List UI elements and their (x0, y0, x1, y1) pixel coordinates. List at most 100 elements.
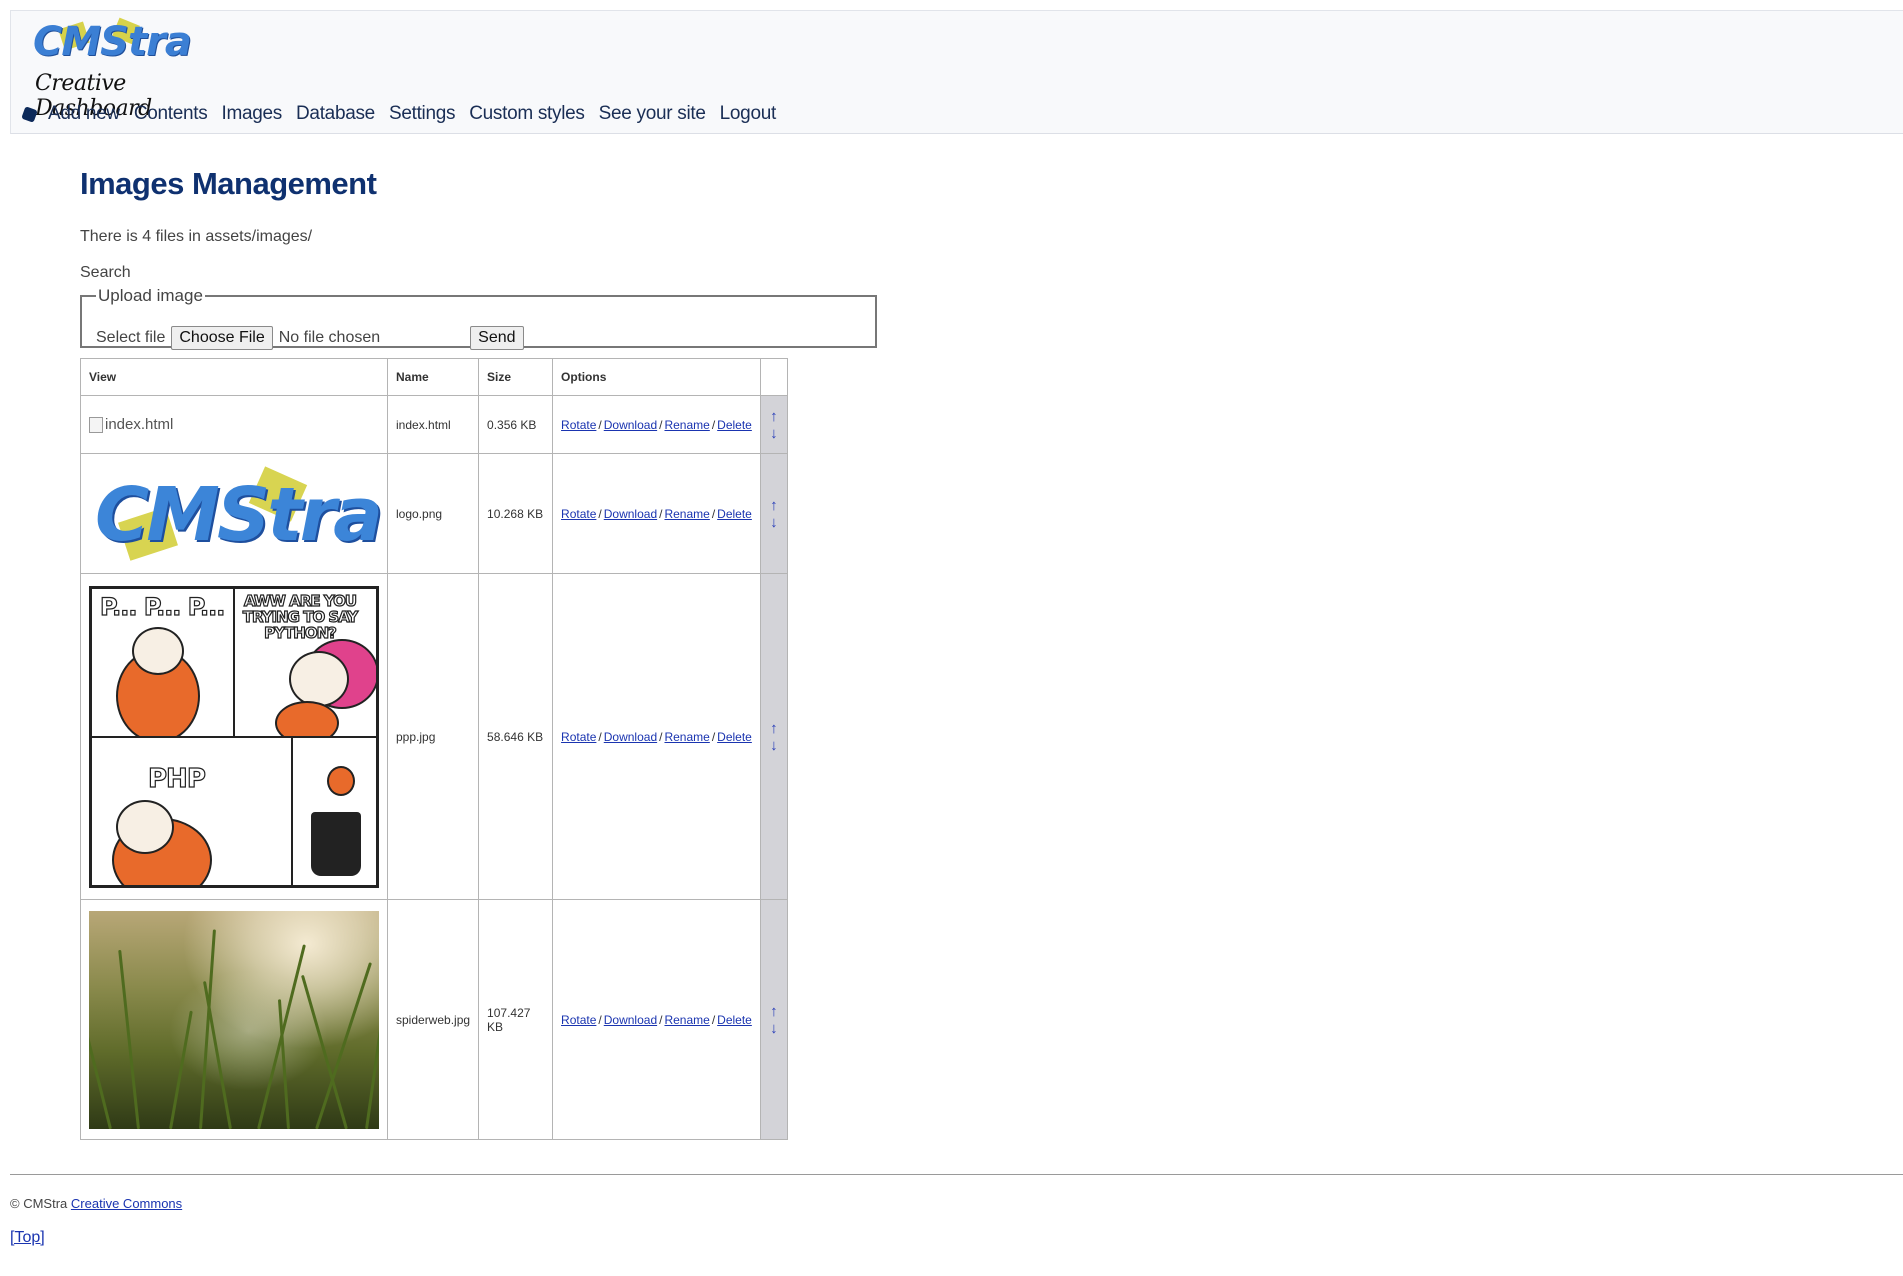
download-link[interactable]: Download (604, 1013, 657, 1027)
nav-bullet-icon (21, 105, 38, 123)
footer-brand: CMStra (23, 1196, 68, 1211)
download-link[interactable]: Download (604, 507, 657, 521)
footer-copyright: © CMStra Creative Commons (10, 1196, 182, 1211)
file-size: 0.356 KB (478, 395, 554, 454)
comic-face (289, 650, 349, 707)
move-up-icon[interactable]: ↑ (767, 720, 781, 737)
view-cell: CMStra (80, 453, 388, 574)
move-up-icon[interactable]: ↑ (767, 497, 781, 514)
download-link[interactable]: Download (604, 418, 657, 432)
header-order (759, 358, 788, 396)
logo-thumbnail-text: CMStra (95, 471, 383, 558)
nav-see-your-site[interactable]: See your site (599, 103, 706, 125)
table-row: spiderweb.jpg 107.427 KB Rotate / Download… (80, 899, 788, 1140)
comic-face (116, 799, 174, 854)
options-cell: Rotate / Download / Rename / Delete (552, 395, 761, 454)
table-row: P... P... P... AWW ARE YOU TRYING TO SAY… (80, 573, 788, 900)
file-size: 107.427 KB (478, 899, 554, 1140)
file-name: spiderweb.jpg (386, 899, 480, 1140)
nav-contents[interactable]: Contents (134, 103, 208, 125)
move-down-icon[interactable]: ↓ (767, 514, 781, 531)
rotate-link[interactable]: Rotate (561, 507, 596, 521)
delete-link[interactable]: Delete (717, 730, 752, 744)
send-button[interactable]: Send (470, 326, 524, 350)
broken-image-thumbnail[interactable]: index.html (89, 416, 379, 433)
reorder-cell: ↑ ↓ (759, 573, 788, 900)
move-down-icon[interactable]: ↓ (767, 425, 781, 442)
download-link[interactable]: Download (604, 730, 657, 744)
comic-figure (327, 765, 355, 796)
files-count-info: There is 4 files in assets/images/ (80, 228, 313, 245)
move-up-icon[interactable]: ↑ (767, 1003, 781, 1020)
comic-panel: P... P... P... (90, 586, 235, 738)
comic-panel: PHP (90, 735, 293, 887)
logo-text: CMStra (33, 19, 192, 65)
options-cell: Rotate / Download / Rename / Delete (552, 573, 761, 900)
rename-link[interactable]: Rename (664, 418, 709, 432)
table-row: index.html index.html 0.356 KB Rotate / Do… (80, 395, 788, 454)
comic-face (132, 626, 184, 675)
creative-commons-link[interactable]: Creative Commons (71, 1196, 182, 1211)
comic-panel (291, 735, 378, 887)
file-name: ppp.jpg (386, 573, 480, 900)
main-nav: Add new Contents Images Database Setting… (21, 101, 790, 127)
no-file-chosen-text: No file chosen (278, 329, 381, 346)
page-title: Images Management (80, 166, 377, 201)
options-cell: Rotate / Download / Rename / Delete (552, 899, 761, 1140)
reorder-cell: ↑ ↓ (759, 899, 788, 1140)
logo[interactable]: CMStra Creative Dashboard (23, 17, 223, 121)
file-size: 10.268 KB (478, 453, 554, 574)
upload-form: Upload image Select file Choose File No … (80, 286, 877, 350)
move-up-icon[interactable]: ↑ (767, 408, 781, 425)
view-cell: index.html (80, 395, 388, 454)
nav-database[interactable]: Database (296, 103, 375, 125)
select-file-label: Select file (96, 329, 166, 346)
back-to-top-link[interactable]: [Top] (10, 1229, 45, 1247)
comic-caption: P... P... P... (99, 592, 226, 621)
image-alt-text: index.html (105, 416, 174, 433)
rotate-link[interactable]: Rotate (561, 418, 596, 432)
rename-link[interactable]: Rename (664, 730, 709, 744)
nav-settings[interactable]: Settings (389, 103, 456, 125)
reorder-cell: ↑ ↓ (759, 453, 788, 574)
file-name: index.html (386, 395, 480, 454)
rename-link[interactable]: Rename (664, 1013, 709, 1027)
spiderweb-thumbnail[interactable] (89, 910, 379, 1129)
comic-caption: AWW ARE YOU TRYING TO SAY PYTHON? (242, 591, 359, 642)
comic-thumbnail[interactable]: P... P... P... AWW ARE YOU TRYING TO SAY… (89, 585, 379, 888)
table-header-row: View Name Size Options (80, 358, 788, 396)
table-row: CMStra logo.png 10.268 KB Rotate / Downloa… (80, 453, 788, 574)
view-cell: P... P... P... AWW ARE YOU TRYING TO SAY… (80, 573, 388, 900)
footer-divider (10, 1174, 1903, 1175)
view-cell (80, 899, 388, 1140)
header-view: View (80, 358, 388, 396)
delete-link[interactable]: Delete (717, 507, 752, 521)
file-name: logo.png (386, 453, 480, 574)
search-link[interactable]: Search (80, 264, 131, 282)
move-down-icon[interactable]: ↓ (767, 1020, 781, 1037)
nav-add-new[interactable]: Add new (48, 103, 120, 125)
rotate-link[interactable]: Rotate (561, 730, 596, 744)
delete-link[interactable]: Delete (717, 418, 752, 432)
delete-link[interactable]: Delete (717, 1013, 752, 1027)
broken-image-icon (89, 416, 103, 433)
rename-link[interactable]: Rename (664, 507, 709, 521)
reorder-cell: ↑ ↓ (759, 395, 788, 454)
nav-custom-styles[interactable]: Custom styles (469, 103, 585, 125)
comic-panel: AWW ARE YOU TRYING TO SAY PYTHON? (233, 586, 378, 738)
rotate-link[interactable]: Rotate (561, 1013, 596, 1027)
images-table: View Name Size Options index.html index.… (80, 358, 788, 1140)
logo-thumbnail[interactable]: CMStra (89, 464, 383, 564)
move-down-icon[interactable]: ↓ (767, 737, 781, 754)
upload-legend: Upload image (98, 286, 203, 305)
nav-images[interactable]: Images (222, 103, 283, 125)
header: CMStra Creative Dashboard Add new Conten… (10, 10, 1903, 134)
header-options: Options (552, 358, 761, 396)
comic-caption: PHP (147, 763, 206, 794)
trash-can-icon (311, 811, 361, 876)
choose-file-button[interactable]: Choose File (171, 326, 273, 350)
file-size: 58.646 KB (478, 573, 554, 900)
options-cell: Rotate / Download / Rename / Delete (552, 453, 761, 574)
nav-logout[interactable]: Logout (720, 103, 777, 125)
header-size: Size (478, 358, 554, 396)
